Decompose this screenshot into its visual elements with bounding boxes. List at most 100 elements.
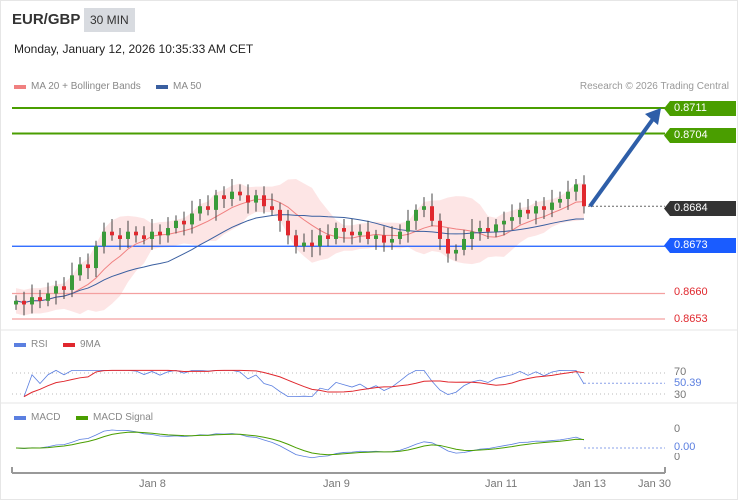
candle-body <box>294 235 298 247</box>
resistance-2-tag: 0.8711 <box>664 101 736 116</box>
candle-body <box>70 275 74 290</box>
candle-body <box>350 231 354 236</box>
candle-body <box>262 195 266 207</box>
candle-body <box>494 224 498 232</box>
candle-body <box>166 228 170 236</box>
candle-body <box>94 246 98 269</box>
current-price-tag: 0.8684 <box>664 201 736 216</box>
candle-body <box>150 231 154 239</box>
x-tick: Jan 13 <box>573 478 607 490</box>
candle-body <box>326 235 330 239</box>
candle-body <box>174 220 178 229</box>
candle-body <box>518 209 522 218</box>
signal-swatch <box>76 415 88 420</box>
candle-body <box>286 220 290 236</box>
candle-body <box>310 242 314 247</box>
candle-body <box>126 231 130 239</box>
legend-macd: MACD <box>14 412 60 423</box>
candle-body <box>54 286 58 294</box>
candle-body <box>46 293 50 301</box>
candle-body <box>30 297 34 305</box>
candle-body <box>198 206 202 214</box>
candle-body <box>534 206 538 214</box>
candle-body <box>190 213 194 225</box>
candle-body <box>214 195 218 210</box>
candle-body <box>502 220 506 225</box>
candle-body <box>398 231 402 239</box>
candle-body <box>342 228 346 232</box>
candle-body <box>470 231 474 239</box>
candle-body <box>22 300 26 305</box>
macd-value: 0.00 <box>674 441 696 453</box>
support-2-label: 0.8653 <box>674 313 708 325</box>
candle-body <box>222 195 226 199</box>
candle-body <box>422 206 426 210</box>
candle-body <box>438 220 442 239</box>
rsi-line <box>23 369 585 398</box>
candle-body <box>270 206 274 210</box>
resistance-1-tag: 0.8704 <box>664 128 736 143</box>
candle-body <box>366 231 370 239</box>
pivot-tag: 0.8673 <box>664 238 736 253</box>
candle-body <box>14 300 18 305</box>
candle-body <box>302 242 306 247</box>
macd-signal-line <box>15 431 585 456</box>
legend-9ma-label: 9MA <box>80 339 101 350</box>
candle-body <box>526 209 530 214</box>
candle-body <box>158 231 162 236</box>
legend-rsi-label: RSI <box>31 339 48 350</box>
9ma-swatch <box>63 342 75 347</box>
candle-body <box>406 220 410 232</box>
rsi-ma-line <box>23 369 585 398</box>
price-chart <box>1 107 737 474</box>
candle-body <box>358 231 362 236</box>
legend-signal: MACD Signal <box>76 412 153 423</box>
candle-body <box>86 264 90 269</box>
forecast-arrowhead <box>645 108 661 125</box>
candle-body <box>182 220 186 225</box>
candle-body <box>110 231 114 236</box>
support-1-label: 0.8660 <box>674 286 708 298</box>
candle-body <box>446 238 450 254</box>
candle-body <box>142 235 146 239</box>
forecast-arrow <box>588 117 655 208</box>
candle-body <box>414 209 418 221</box>
candle-body <box>134 231 138 236</box>
candle-body <box>390 238 394 243</box>
candle-body <box>254 195 258 203</box>
candle-body <box>486 228 490 232</box>
candle-body <box>374 235 378 239</box>
legend-macd-label: MACD <box>31 412 61 423</box>
candle-body <box>582 184 586 207</box>
candle-body <box>278 209 282 221</box>
candle-body <box>62 286 66 290</box>
candle-body <box>318 235 322 247</box>
rsi-value: 50.39 <box>674 377 702 389</box>
candle-body <box>542 206 546 210</box>
candle-body <box>382 235 386 243</box>
candle-body <box>558 198 562 203</box>
candle-body <box>118 235 122 239</box>
candle-body <box>38 297 42 301</box>
legend-9ma: 9MA <box>63 339 101 350</box>
bollinger-band <box>16 178 584 316</box>
rsi-swatch <box>14 342 26 347</box>
candle-body <box>478 228 482 232</box>
candle-body <box>566 191 570 199</box>
candle-body <box>246 195 250 203</box>
candle-body <box>230 191 234 199</box>
chart-widget: EUR/GBP 30 MIN Monday, January 12, 2026 … <box>0 0 738 500</box>
candle-body <box>102 231 106 247</box>
candle-body <box>430 206 434 221</box>
rsi-30-label: 30 <box>674 389 687 401</box>
candle-body <box>510 217 514 221</box>
macd-swatch <box>14 415 26 420</box>
candle-body <box>550 202 554 210</box>
x-tick: Jan 30 <box>638 478 672 490</box>
x-tick: Jan 9 <box>323 478 350 490</box>
legend-rsi: RSI <box>14 339 48 350</box>
candle-body <box>238 191 242 196</box>
candle-body <box>462 238 466 250</box>
legend-signal-label: MACD Signal <box>93 412 154 423</box>
x-tick: Jan 11 <box>485 478 518 490</box>
